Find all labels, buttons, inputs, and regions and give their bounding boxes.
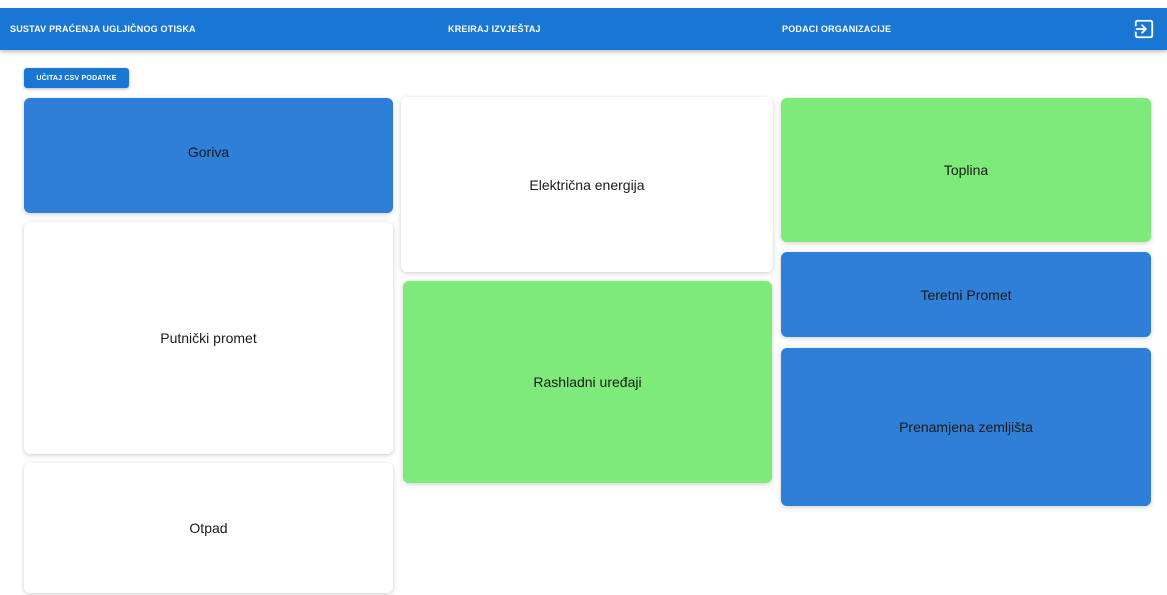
load-csv-button[interactable]: UČITAJ CSV PODATKE — [24, 68, 129, 88]
card-putnicki-promet[interactable]: Putnički promet — [24, 222, 393, 454]
card-teretni-promet-label: Teretni Promet — [920, 286, 1012, 303]
card-putnicki-promet-label: Putnički promet — [160, 330, 257, 346]
nav-home-link[interactable]: SUSTAV PRAĆENJA UGLJIČNOG OTISKA — [10, 8, 196, 50]
card-toplina[interactable]: Toplina — [781, 98, 1151, 242]
card-otpad-label: Otpad — [189, 520, 228, 536]
card-rashladni-uredaji[interactable]: Rashladni uređaji — [403, 281, 772, 483]
card-otpad[interactable]: Otpad — [24, 463, 393, 593]
nav-create-report-link[interactable]: KREIRAJ IZVJEŠTAJ — [448, 8, 541, 50]
card-toplina-label: Toplina — [943, 162, 989, 178]
logout-icon[interactable] — [1133, 18, 1155, 40]
card-teretni-promet[interactable]: Teretni Promet — [781, 252, 1151, 337]
top-app-bar: SUSTAV PRAĆENJA UGLJIČNOG OTISKA KREIRAJ… — [0, 8, 1167, 50]
card-prenamjena-zemljista-label: Prenamjena zemljišta — [899, 419, 1033, 435]
card-rashladni-uredaji-label: Rashladni uređaji — [533, 374, 642, 390]
card-prenamjena-zemljista[interactable]: Prenamjena zemljišta — [781, 348, 1151, 506]
card-elektricna-energija-label: Električna energija — [529, 176, 645, 193]
card-elektricna-energija[interactable]: Električna energija — [401, 97, 773, 272]
card-goriva[interactable]: Goriva — [24, 98, 393, 213]
nav-organization-data-link[interactable]: PODACI ORGANIZACIJE — [782, 8, 891, 50]
card-goriva-label: Goriva — [187, 143, 230, 160]
